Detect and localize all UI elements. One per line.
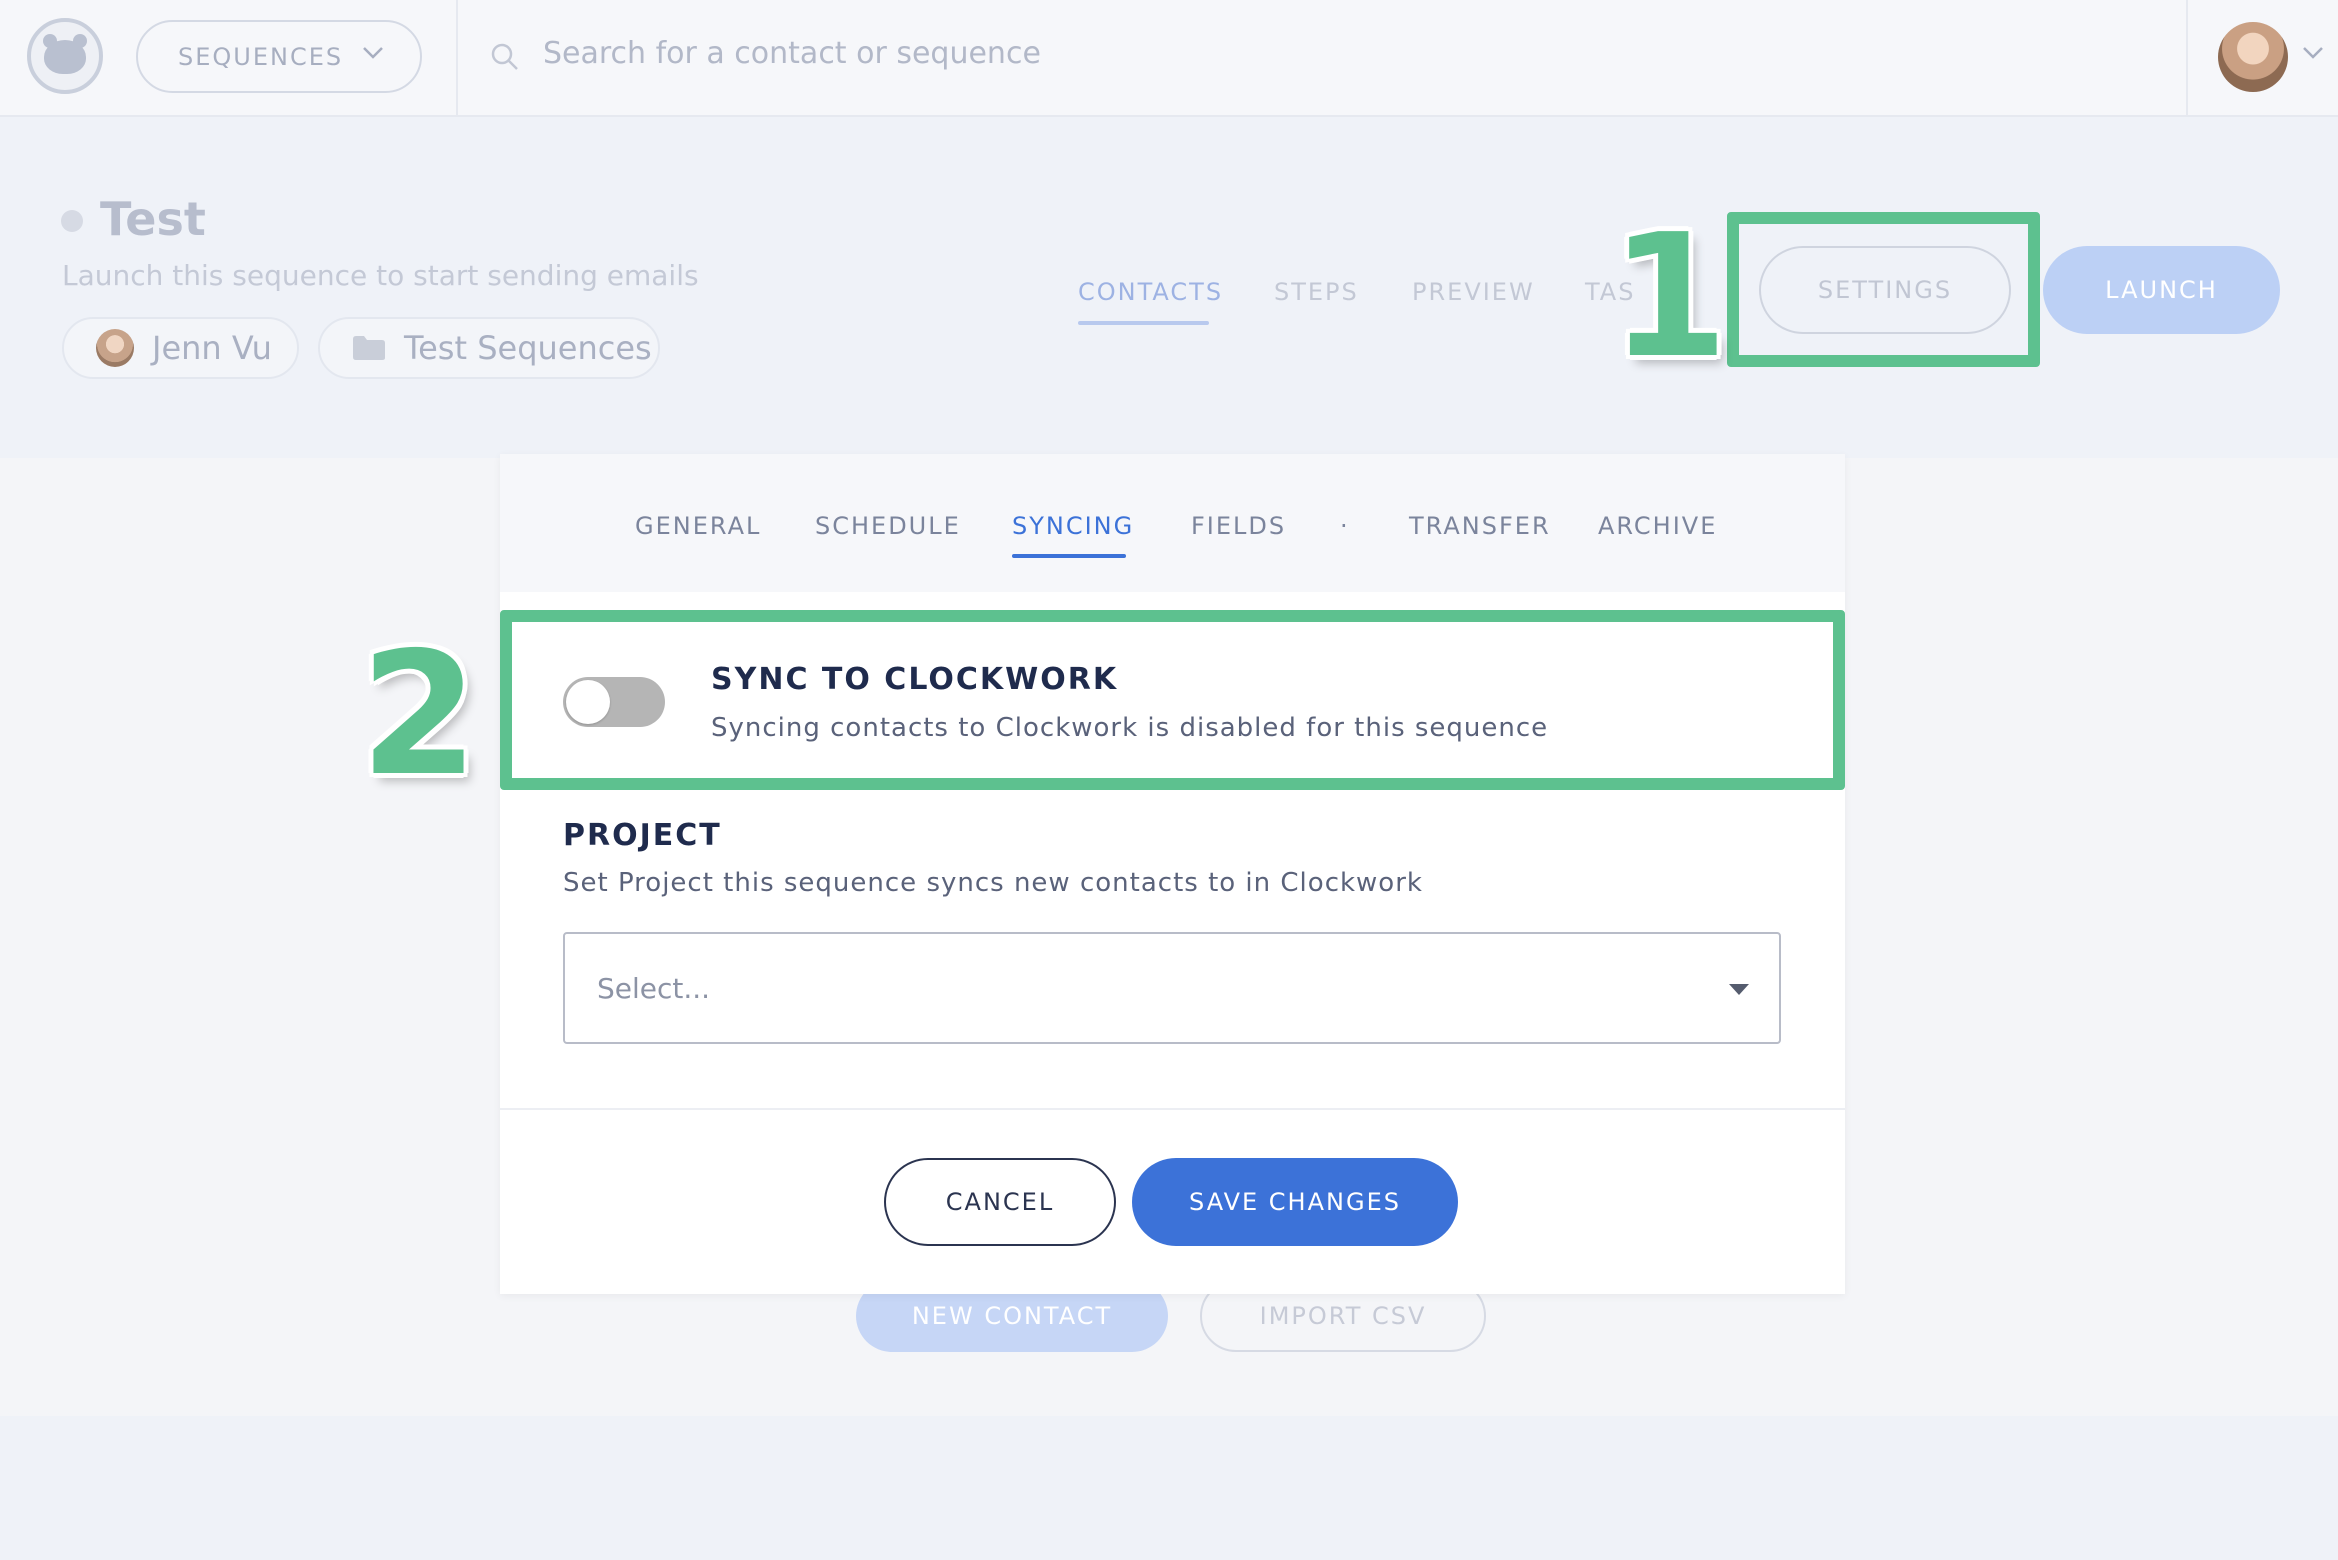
tab-separator: ·: [1340, 512, 1348, 540]
project-select[interactable]: Select...: [563, 932, 1781, 1044]
tab-archive[interactable]: ARCHIVE: [1598, 512, 1717, 540]
owner-pill[interactable]: Jenn Vu: [62, 317, 299, 379]
tab-schedule[interactable]: SCHEDULE: [815, 512, 961, 540]
project-description: Set Project this sequence syncs new cont…: [563, 868, 1423, 898]
folder-pill[interactable]: Test Sequences: [318, 317, 660, 379]
owner-name: Jenn Vu: [152, 329, 272, 367]
save-changes-button[interactable]: SAVE CHANGES: [1132, 1158, 1458, 1246]
cancel-button[interactable]: CANCEL: [884, 1158, 1116, 1246]
user-avatar[interactable]: [2218, 22, 2288, 92]
folder-name: Test Sequences: [404, 329, 652, 367]
launch-button[interactable]: LAUNCH: [2043, 246, 2280, 334]
tab-steps[interactable]: STEPS: [1274, 278, 1359, 306]
project-title: PROJECT: [563, 818, 722, 853]
tab-active-indicator: [1012, 554, 1126, 558]
tab-preview[interactable]: PREVIEW: [1412, 278, 1535, 306]
search-input[interactable]: Search for a contact or sequence: [543, 36, 1041, 71]
step-number-2: 2: [360, 616, 479, 814]
divider: [456, 0, 458, 115]
chevron-down-icon[interactable]: [2302, 46, 2324, 60]
caret-down-icon: [1729, 984, 1749, 995]
search-icon: [491, 43, 518, 70]
sync-highlight-box: [500, 610, 1845, 790]
tab-active-indicator: [1078, 321, 1209, 325]
tab-general[interactable]: GENERAL: [635, 512, 761, 540]
tab-fields[interactable]: FIELDS: [1191, 512, 1286, 540]
avatar: [96, 329, 134, 367]
tab-contacts[interactable]: CONTACTS: [1078, 278, 1223, 306]
tab-syncing[interactable]: SYNCING: [1012, 512, 1134, 540]
page-subtitle: Launch this sequence to start sending em…: [62, 259, 699, 292]
step-number-1: 1: [1610, 198, 1729, 396]
divider: [2186, 0, 2188, 115]
settings-highlight-box: [1727, 212, 2040, 367]
sequences-dropdown-label: SEQUENCES: [178, 42, 344, 71]
modal-divider: [500, 1108, 1845, 1110]
folder-icon: [353, 336, 385, 360]
page-title: Test: [100, 192, 206, 246]
chevron-down-icon: [363, 47, 383, 59]
sequences-dropdown[interactable]: SEQUENCES: [136, 20, 422, 93]
project-select-placeholder: Select...: [597, 972, 711, 1005]
tab-transfer[interactable]: TRANSFER: [1409, 512, 1551, 540]
bear-logo-icon[interactable]: [27, 18, 103, 94]
status-dot: [61, 210, 83, 232]
